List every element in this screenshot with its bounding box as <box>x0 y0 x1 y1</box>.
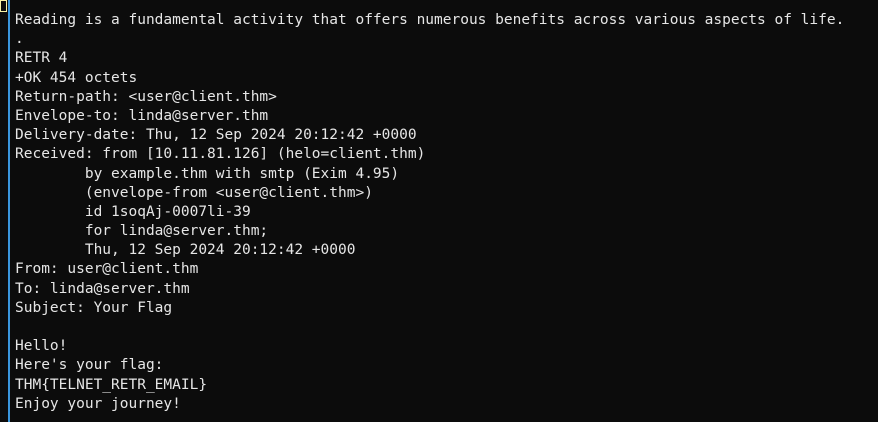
output-line: +OK 454 octets <box>15 69 138 86</box>
output-line: Enjoy your journey! <box>15 395 181 412</box>
output-line: for linda@server.thm; <box>15 223 269 240</box>
output-line: Delivery-date: Thu, 12 Sep 2024 20:12:42… <box>15 127 417 144</box>
terminal-window[interactable]: Reading is a fundamental activity that o… <box>0 0 878 422</box>
output-line: Subject: Your Flag <box>15 299 173 316</box>
output-line: Thu, 12 Sep 2024 20:12:42 +0000 <box>15 242 356 259</box>
output-line: Reading is a fundamental activity that o… <box>15 12 845 28</box>
output-line: Hello! <box>15 338 68 355</box>
output-line: Received: from [10.11.81.126] (helo=clie… <box>15 146 426 163</box>
output-line: THM{TELNET_RETR_EMAIL} <box>15 376 208 393</box>
output-line: From: user@client.thm <box>15 261 199 278</box>
terminal-cursor <box>0 0 7 12</box>
output-line: Envelope-to: linda@server.thm <box>15 107 269 124</box>
output-line: To: linda@server.thm <box>15 280 190 297</box>
output-line: (envelope-from <user@client.thm>) <box>15 184 373 201</box>
output-line: by example.thm with smtp (Exim 4.95) <box>15 165 400 182</box>
pane-border <box>8 0 10 422</box>
output-line: . <box>15 31 24 48</box>
output-line: id 1soqAj-0007li-39 <box>15 203 251 220</box>
output-line: Here's your flag: <box>15 357 164 374</box>
terminal-output: Reading is a fundamental activity that o… <box>15 11 875 414</box>
output-line: Return-path: <user@client.thm> <box>15 88 277 105</box>
output-line: RETR 4 <box>15 50 68 67</box>
